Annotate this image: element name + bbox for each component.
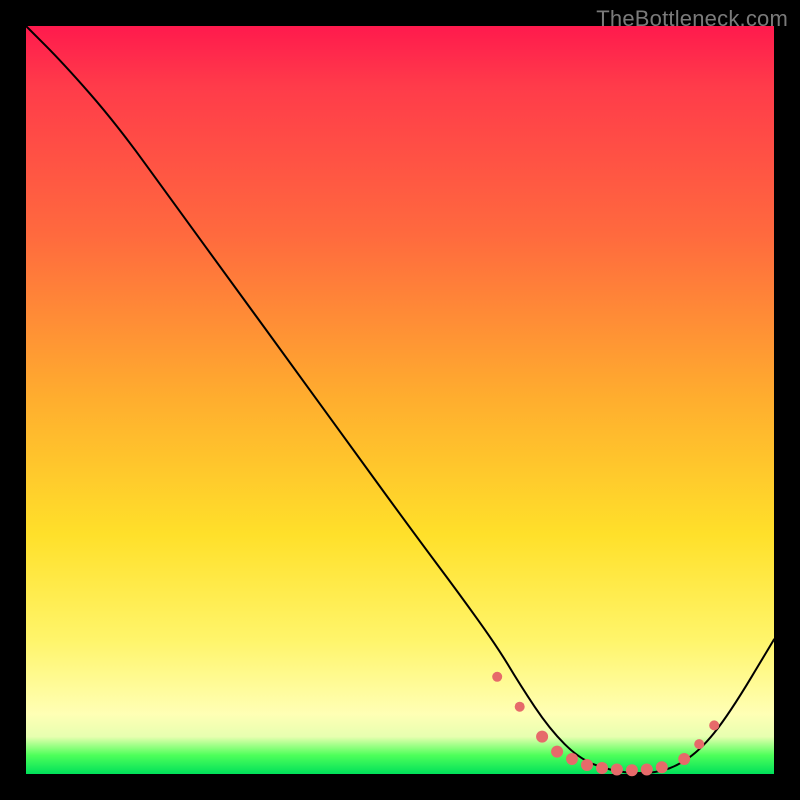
marker-dot [515, 702, 525, 712]
marker-dot [626, 764, 638, 776]
curve-layer [26, 26, 774, 774]
marker-dot [581, 759, 593, 771]
marker-dot [694, 739, 704, 749]
marker-dot [566, 753, 578, 765]
marker-dot [678, 753, 690, 765]
plot-area [26, 26, 774, 774]
marker-dot [709, 720, 719, 730]
marker-dot [551, 746, 563, 758]
bottleneck-curve [26, 26, 774, 773]
marker-dot [641, 764, 653, 776]
watermark-text: TheBottleneck.com [596, 6, 788, 32]
marker-dot [611, 764, 623, 776]
marker-dot [536, 731, 548, 743]
marker-dot [492, 672, 502, 682]
flat-zone-markers [492, 672, 719, 777]
chart-frame: TheBottleneck.com [0, 0, 800, 800]
marker-dot [656, 761, 668, 773]
marker-dot [596, 762, 608, 774]
